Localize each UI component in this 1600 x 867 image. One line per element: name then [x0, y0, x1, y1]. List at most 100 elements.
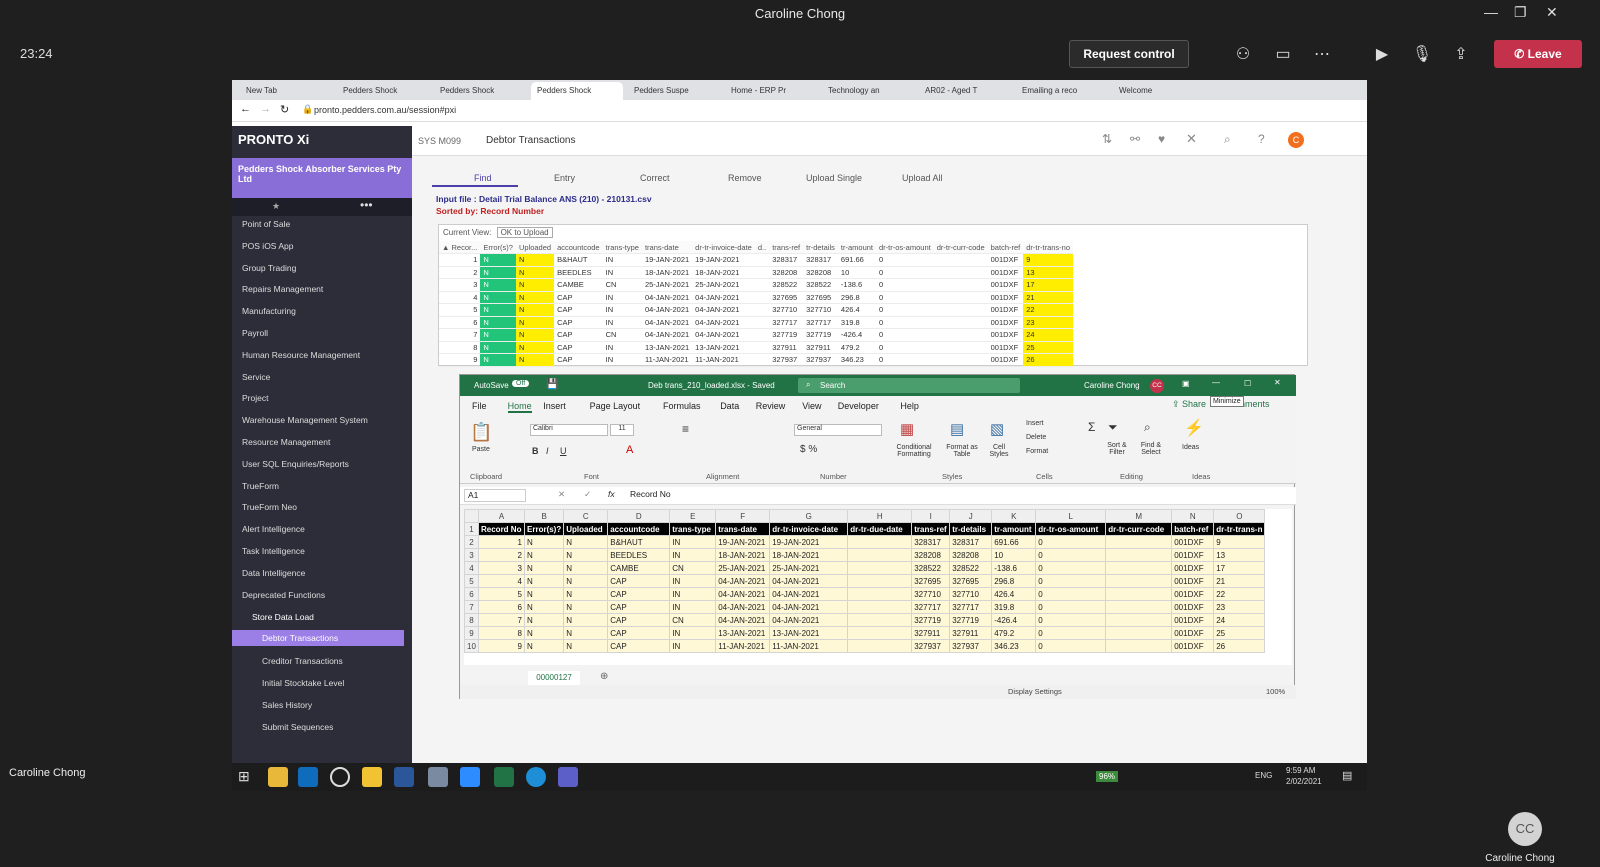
sheet-header-cell[interactable]: tr-details — [949, 522, 993, 536]
column-header[interactable]: dr-tr-invoice-date — [692, 241, 755, 254]
excel-close-icon[interactable]: ✕ — [1274, 378, 1281, 387]
sheet-cell[interactable]: 327937 — [911, 639, 951, 653]
row-number[interactable]: 8 — [464, 613, 479, 627]
sheet-cell[interactable]: CAP — [607, 587, 671, 601]
nav-item[interactable]: Manufacturing — [242, 306, 296, 316]
spreadsheet-grid[interactable]: A B C D E F G H I J K L M N O 1 Record No Error(s)? Upload… — [464, 509, 1292, 665]
excel-maximize-icon[interactable]: ☐ — [1244, 379, 1251, 388]
formula-input[interactable]: Record No — [630, 489, 671, 499]
sheet-cell[interactable] — [847, 574, 913, 588]
sheet-cell[interactable]: CAP — [607, 600, 671, 614]
sheet-cell[interactable]: 13-JAN-2021 — [715, 626, 771, 640]
link-icon[interactable]: ⚯ — [1130, 132, 1140, 146]
sheet-cell[interactable]: 25 — [1213, 626, 1266, 640]
sheet-cell[interactable]: N — [523, 639, 565, 653]
close-icon[interactable]: ✕ — [1546, 4, 1558, 21]
ribbon-tab[interactable]: Formulas — [663, 401, 701, 411]
sheet-cell[interactable]: 13 — [1213, 548, 1266, 562]
display-settings-button[interactable]: Display Settings — [1008, 687, 1062, 696]
column-letter[interactable]: O — [1213, 509, 1266, 523]
column-header[interactable]: ▲ Recor... — [439, 241, 481, 254]
column-header[interactable]: Error(s)? — [480, 241, 516, 254]
excel-user-avatar[interactable]: CC — [1150, 379, 1164, 393]
sheet-cell[interactable]: N — [523, 574, 565, 588]
column-header[interactable]: tr-amount — [837, 241, 877, 254]
sheet-cell[interactable]: 10 — [991, 548, 1037, 562]
nav-item[interactable]: Data Intelligence — [242, 568, 305, 578]
sheet-cell[interactable]: 001DXF — [1171, 535, 1215, 549]
column-letter[interactable]: F — [715, 509, 771, 523]
excel-search-box[interactable]: ⌕ Search — [798, 378, 1020, 393]
column-letter[interactable]: I — [911, 509, 951, 523]
sheet-cell[interactable]: N — [523, 626, 565, 640]
column-letter[interactable]: D — [607, 509, 671, 523]
column-header[interactable]: d.. — [754, 241, 770, 254]
app-icon[interactable] — [428, 767, 448, 787]
select-all-corner[interactable] — [464, 509, 479, 523]
sheet-header-cell[interactable]: trans-type — [669, 522, 717, 536]
sheet-header-cell[interactable]: trans-date — [715, 522, 771, 536]
chrome-icon[interactable] — [268, 767, 288, 787]
sheet-cell[interactable]: 691.66 — [991, 535, 1037, 549]
sheet-cell[interactable]: N — [523, 561, 565, 575]
sheet-cell[interactable]: IN — [669, 600, 717, 614]
sheet-cell[interactable] — [847, 535, 913, 549]
sheet-cell[interactable] — [1105, 639, 1173, 653]
sheet-cell[interactable]: 25-JAN-2021 — [715, 561, 771, 575]
sheet-cell[interactable] — [847, 626, 913, 640]
restore-icon[interactable]: ❐ — [1514, 4, 1527, 21]
sheet-cell[interactable] — [1105, 548, 1173, 562]
column-letter[interactable]: A — [478, 509, 525, 523]
sheet-header-cell[interactable]: dr-tr-curr-code — [1105, 522, 1173, 536]
browser-tab[interactable]: AR02 - Aged T — [919, 82, 1011, 100]
outlook-icon[interactable] — [298, 767, 318, 787]
insert-cells-button[interactable]: Insert — [1026, 420, 1044, 427]
sheet-header-cell[interactable]: Uploaded — [563, 522, 609, 536]
favourite-icon[interactable]: ♥ — [1158, 132, 1165, 146]
current-view-select[interactable]: OK to Upload — [496, 227, 553, 238]
forward-icon[interactable]: → — [260, 103, 271, 115]
sheet-cell[interactable]: 327710 — [949, 587, 993, 601]
table-row[interactable]: 5 N N CAP IN 04-JAN-2021 04-JAN-2021 327710 3277… — [439, 303, 1074, 317]
save-icon[interactable]: 💾 — [546, 379, 558, 390]
column-letter[interactable]: J — [949, 509, 993, 523]
cell-styles-icon[interactable]: ▧ — [990, 420, 1004, 438]
clock-date[interactable]: 2/02/2021 — [1286, 777, 1322, 786]
sheet-cell[interactable]: 4 — [478, 574, 525, 588]
column-letter[interactable]: C — [563, 509, 609, 523]
column-header[interactable]: trans-ref — [769, 241, 804, 254]
find-icon[interactable]: ⌕ — [1144, 420, 1151, 435]
sheet-cell[interactable]: 001DXF — [1171, 600, 1215, 614]
sheet-header-cell[interactable]: tr-amount — [991, 522, 1037, 536]
conditional-formatting-button[interactable]: Conditional Formatting — [890, 444, 938, 458]
clock-time[interactable]: 9:59 AM — [1286, 766, 1315, 775]
column-letter[interactable]: L — [1035, 509, 1107, 523]
participant-avatar[interactable]: CC — [1508, 812, 1542, 846]
sheet-header-cell[interactable]: dr-tr-due-date — [847, 522, 913, 536]
leave-button[interactable]: ✆ Leave — [1494, 40, 1582, 68]
sheet-cell[interactable]: N — [563, 613, 609, 627]
sheet-cell[interactable]: 0 — [1035, 600, 1107, 614]
minimize-icon[interactable]: — — [1484, 4, 1498, 20]
sheet-cell[interactable]: IN — [669, 548, 717, 562]
browser-tab[interactable]: Pedders Shock — [337, 82, 429, 100]
column-letter[interactable]: K — [991, 509, 1037, 523]
ribbon-tab[interactable]: File — [472, 401, 487, 411]
column-header[interactable]: dr-tr-os-amount — [876, 241, 934, 254]
sheet-cell[interactable]: 04-JAN-2021 — [715, 613, 771, 627]
sheet-cell[interactable]: 18-JAN-2021 — [715, 548, 771, 562]
browser-tab[interactable]: Pedders Suspe — [628, 82, 720, 100]
sheet-header-cell[interactable]: Error(s)? — [523, 522, 565, 536]
sheet-cell[interactable]: 3 — [478, 561, 525, 575]
sheet-cell[interactable] — [847, 587, 913, 601]
request-control-button[interactable]: Request control — [1069, 40, 1189, 68]
enter-icon[interactable]: ✓ — [584, 489, 591, 500]
paste-icon[interactable]: 📋 — [470, 422, 492, 443]
sheet-cell[interactable]: CAP — [607, 626, 671, 640]
browser-tab[interactable]: Technology an — [822, 82, 914, 100]
sheet-cell[interactable]: 25-JAN-2021 — [769, 561, 849, 575]
start-icon[interactable]: ⊞ — [238, 768, 250, 785]
column-letter[interactable]: N — [1171, 509, 1215, 523]
row-number[interactable]: 1 — [464, 522, 479, 536]
table-row[interactable]: 3 N N CAMBE CN 25-JAN-2021 25-JAN-2021 328522 32… — [439, 278, 1074, 292]
